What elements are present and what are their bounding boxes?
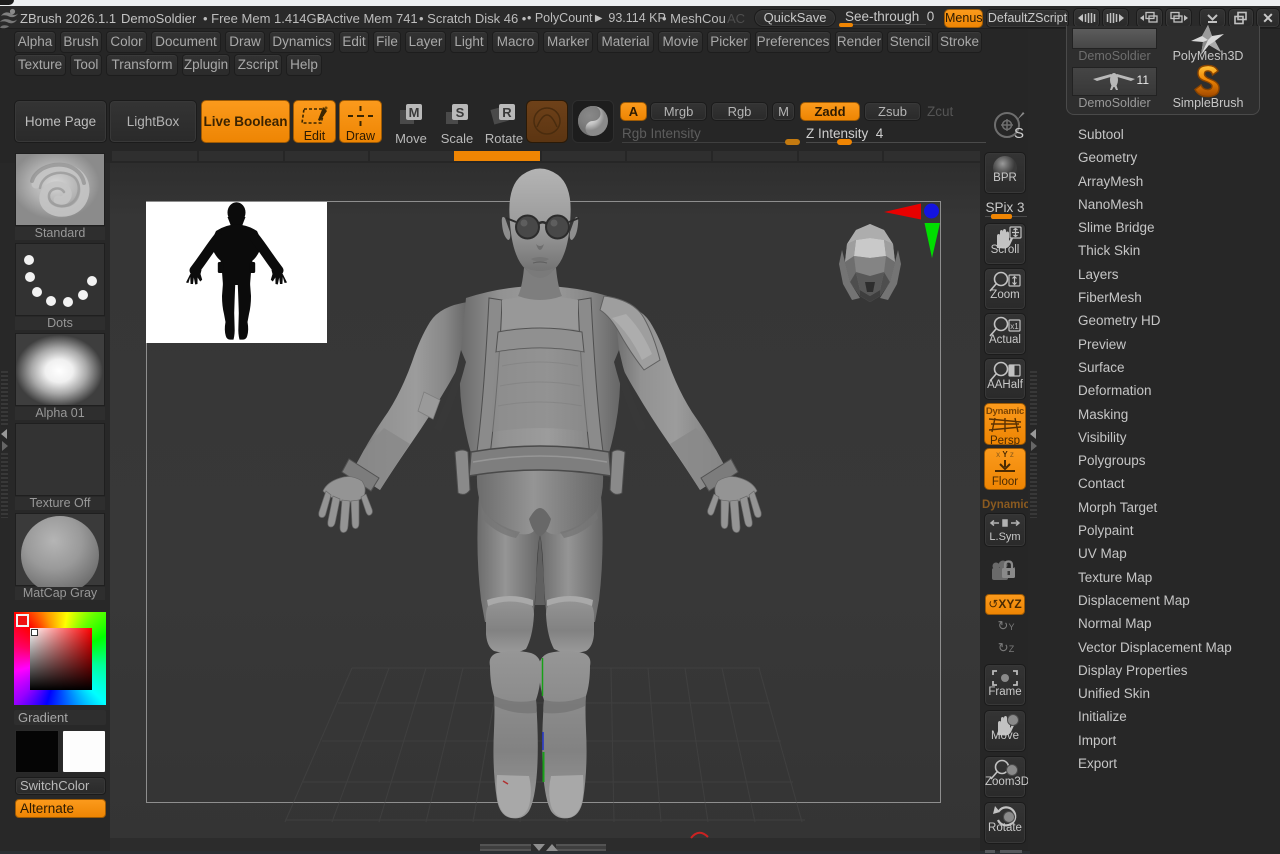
svg-text:R: R	[502, 105, 512, 120]
svg-text:S: S	[1014, 125, 1024, 142]
svg-text:M: M	[409, 105, 420, 120]
svg-text:11: 11	[1137, 73, 1150, 87]
svg-text:S: S	[456, 105, 465, 120]
svg-text:x1: x1	[1010, 322, 1019, 331]
